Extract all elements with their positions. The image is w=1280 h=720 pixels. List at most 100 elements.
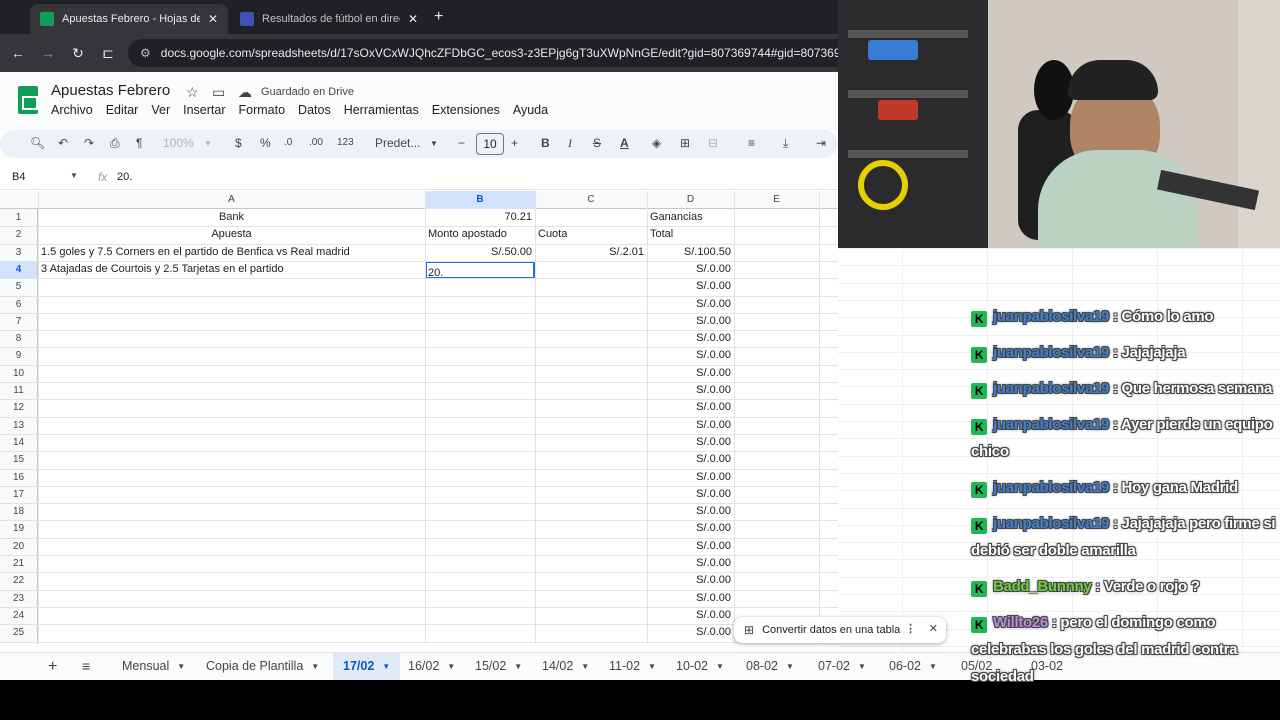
cell-d21[interactable]: S/.0.00 <box>647 555 734 572</box>
menu-ayuda[interactable]: Ayuda <box>513 103 548 117</box>
increase-decimal-button[interactable]: .00 <box>309 137 323 148</box>
font-dropdown-icon[interactable]: ▼ <box>430 139 438 148</box>
currency-format-button[interactable]: $ <box>235 136 242 150</box>
cell-d22[interactable]: S/.0.00 <box>647 572 734 589</box>
sheets-logo-icon[interactable] <box>18 86 38 114</box>
menu-ver[interactable]: Ver <box>151 103 170 117</box>
italic-icon[interactable]: I <box>568 136 572 151</box>
row-header-19[interactable]: 19 <box>0 520 37 537</box>
cell-c3[interactable]: S/.2.01 <box>535 244 647 261</box>
menu-formato[interactable]: Formato <box>239 103 286 117</box>
close-tab-icon[interactable]: ✕ <box>408 12 418 26</box>
sheet-tab-08-02[interactable]: 08-02 ▼ <box>736 653 804 681</box>
sheet-tab-dropdown-icon[interactable]: ▼ <box>929 662 937 671</box>
row-header-18[interactable]: 18 <box>0 503 37 520</box>
cell-d12[interactable]: S/.0.00 <box>647 399 734 416</box>
sheet-tab-dropdown-icon[interactable]: ▼ <box>447 662 455 671</box>
row-header-21[interactable]: 21 <box>0 555 37 572</box>
cell-d11[interactable]: S/.0.00 <box>647 382 734 399</box>
cell-d9[interactable]: S/.0.00 <box>647 347 734 364</box>
menu-editar[interactable]: Editar <box>106 103 139 117</box>
sheet-tab-mensual[interactable]: Mensual ▼ <box>112 653 195 681</box>
cell-c2[interactable]: Cuota <box>535 226 647 243</box>
cell-d4[interactable]: S/.0.00 <box>647 261 734 278</box>
cell-b1[interactable]: 70.21 <box>425 209 535 226</box>
cell-d8[interactable]: S/.0.00 <box>647 330 734 347</box>
new-tab-icon[interactable]: + <box>434 8 443 26</box>
sheet-tab-06-02[interactable]: 06-02 ▼ <box>879 653 947 681</box>
cell-d20[interactable]: S/.0.00 <box>647 538 734 555</box>
all-sheets-icon[interactable]: ≡ <box>72 653 100 681</box>
active-cell-b4[interactable]: 20. <box>425 261 535 279</box>
star-icon[interactable]: ☆ <box>186 84 199 101</box>
menu-archivo[interactable]: Archivo <box>51 103 93 117</box>
cell-a2[interactable]: Apuesta <box>38 226 425 243</box>
row-header-23[interactable]: 23 <box>0 590 37 607</box>
fill-color-icon[interactable]: ◈ <box>652 136 661 150</box>
close-tab-icon[interactable]: ✕ <box>208 12 218 26</box>
font-select[interactable]: Predet... <box>375 136 420 150</box>
forward-icon[interactable]: → <box>33 45 63 61</box>
sheet-tab-copia-de-plantilla[interactable]: Copia de Plantilla ▼ <box>196 653 329 681</box>
cell-d24[interactable]: S/.0.00 <box>647 607 734 624</box>
horizontal-align-icon[interactable]: ≡ <box>748 136 755 150</box>
font-size-input[interactable]: 10 <box>476 133 504 155</box>
column-header-c[interactable]: C <box>535 191 647 209</box>
row-header-13[interactable]: 13 <box>0 417 37 434</box>
convert-to-table-toast[interactable]: ⊞ Convertir datos en una tabla ⋮ ✕ <box>734 617 946 643</box>
row-header-5[interactable]: 5 <box>0 278 37 295</box>
cell-d7[interactable]: S/.0.00 <box>647 313 734 330</box>
cell-d14[interactable]: S/.0.00 <box>647 434 734 451</box>
increase-font-size-icon[interactable]: + <box>511 136 518 150</box>
cell-d19[interactable]: S/.0.00 <box>647 520 734 537</box>
row-header-10[interactable]: 10 <box>0 365 37 382</box>
cell-d17[interactable]: S/.0.00 <box>647 486 734 503</box>
text-wrap-icon[interactable]: ⇥ <box>816 136 826 150</box>
cell-d10[interactable]: S/.0.00 <box>647 365 734 382</box>
vertical-align-icon[interactable]: ⤓ <box>783 136 788 151</box>
row-header-4[interactable]: 4 <box>0 260 37 279</box>
cell-d6[interactable]: S/.0.00 <box>647 296 734 313</box>
decrease-decimal-button[interactable]: .0 <box>284 137 292 148</box>
search-menus-icon[interactable]: 🔍︎ <box>30 136 45 150</box>
sheet-tab-dropdown-icon[interactable]: ▼ <box>648 662 656 671</box>
row-header-25[interactable]: 25 <box>0 624 37 641</box>
cell-d23[interactable]: S/.0.00 <box>647 590 734 607</box>
sheet-tab-16-02[interactable]: 16/02 ▼ <box>398 653 465 681</box>
cell-d2[interactable]: Total <box>647 226 734 243</box>
cell-d3[interactable]: S/.100.50 <box>647 244 734 261</box>
browser-tab-results[interactable]: Resultados de fútbol en directo ✕ <box>230 4 428 34</box>
move-folder-icon[interactable]: ▭ <box>212 84 225 101</box>
cell-d25[interactable]: S/.0.00 <box>647 624 734 641</box>
decrease-font-size-icon[interactable]: − <box>458 136 465 150</box>
sheet-tab-11-02[interactable]: 11-02 ▼ <box>599 653 666 681</box>
cell-d18[interactable]: S/.0.00 <box>647 503 734 520</box>
menu-herramientas[interactable]: Herramientas <box>344 103 419 117</box>
sheet-tab-dropdown-icon[interactable]: ▼ <box>716 662 724 671</box>
menu-datos[interactable]: Datos <box>298 103 331 117</box>
cell-a3[interactable]: 1.5 goles y 7.5 Corners en el partido de… <box>38 244 425 261</box>
merge-cells-icon[interactable]: ⊟ <box>708 136 718 150</box>
sheet-tab-10-02[interactable]: 10-02 ▼ <box>666 653 734 681</box>
redo-icon[interactable]: ↷ <box>84 136 94 150</box>
name-box-dropdown-icon[interactable]: ▼ <box>70 171 78 180</box>
row-header-6[interactable]: 6 <box>0 296 37 313</box>
sheet-tab-dropdown-icon[interactable]: ▼ <box>786 662 794 671</box>
sheet-tab-15-02[interactable]: 15/02 ▼ <box>465 653 532 681</box>
row-header-2[interactable]: 2 <box>0 226 37 243</box>
browser-tab-sheets[interactable]: Apuestas Febrero - Hojas de cálculo ✕ <box>30 4 228 34</box>
row-header-3[interactable]: 3 <box>0 244 37 261</box>
add-sheet-icon[interactable]: + <box>38 653 67 681</box>
formula-input[interactable]: 20. <box>117 171 132 183</box>
convert-to-table-label[interactable]: Convertir datos en una tabla <box>762 624 900 636</box>
undo-icon[interactable]: ↶ <box>58 136 68 150</box>
cell-d1[interactable]: Ganancias <box>647 209 734 226</box>
cell-d15[interactable]: S/.0.00 <box>647 451 734 468</box>
site-info-icon[interactable]: ⚙ <box>140 46 151 60</box>
zoom-dropdown-icon[interactable]: ▼ <box>204 139 212 148</box>
sidebar-toggle-icon[interactable]: ⊏ <box>93 45 123 62</box>
sheet-tab-dropdown-icon[interactable]: ▼ <box>858 662 866 671</box>
url-field[interactable]: ⚙ docs.google.com/spreadsheets/d/17sOxVC… <box>128 39 838 67</box>
cell-b2[interactable]: Monto apostado <box>425 226 535 243</box>
column-header-d[interactable]: D <box>647 191 734 209</box>
